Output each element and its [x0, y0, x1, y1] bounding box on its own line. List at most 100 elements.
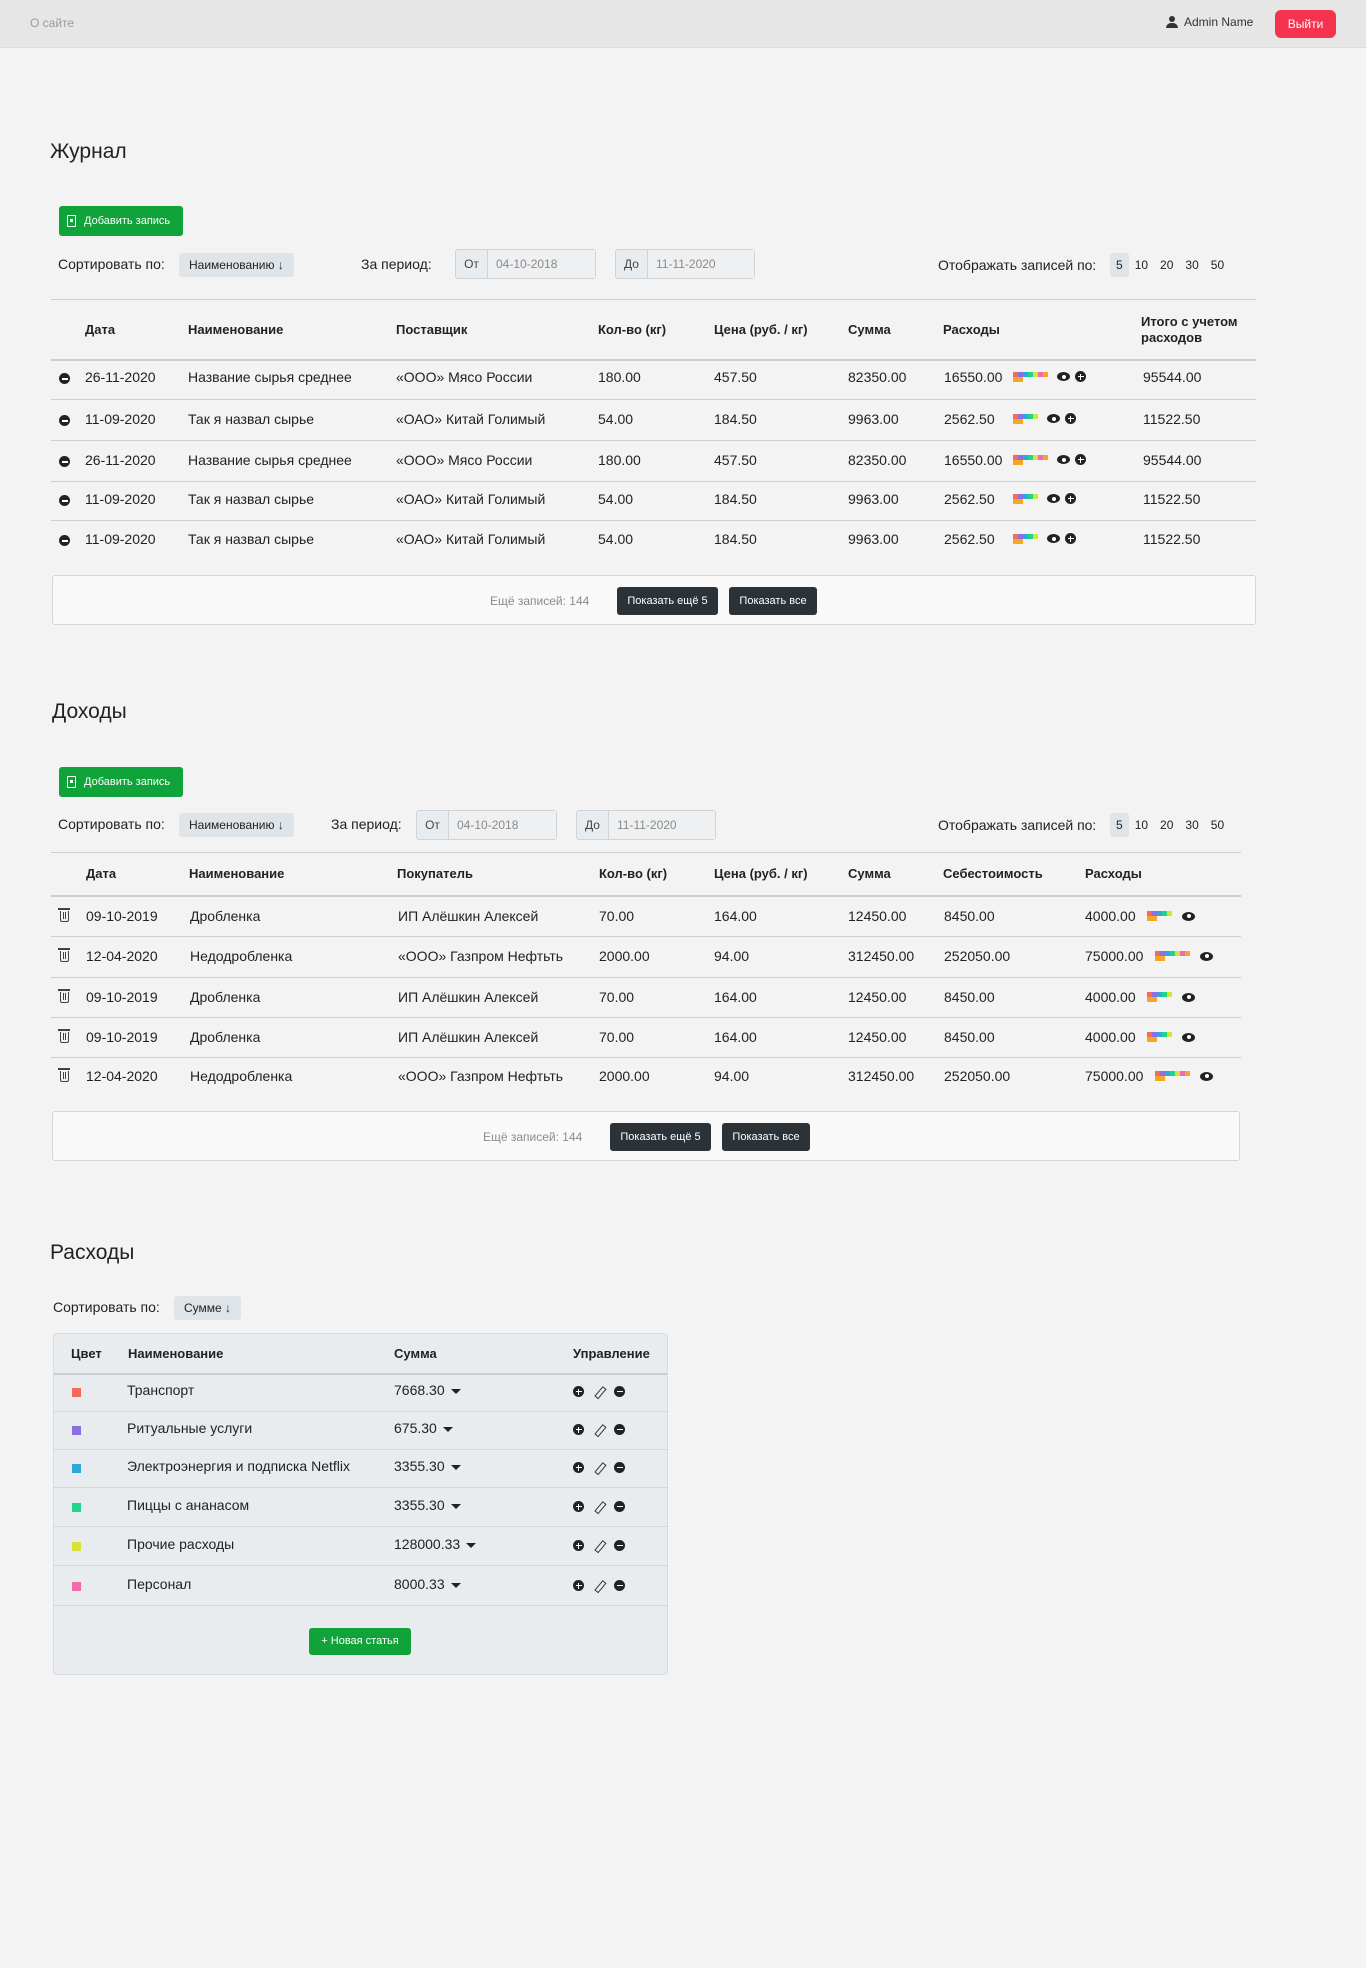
page-size-option[interactable]: 50 — [1205, 253, 1230, 277]
journal-cell-name: Так я назвал сырье — [188, 411, 315, 427]
minus-icon[interactable] — [614, 1580, 625, 1591]
journal-th-total: Итого с учетом расходов — [1141, 314, 1238, 345]
eye-icon[interactable] — [1182, 1032, 1195, 1042]
page-size-option[interactable]: 5 — [1110, 253, 1129, 277]
remove-row-icon[interactable] — [59, 535, 70, 546]
expense-sum[interactable]: 8000.33 — [394, 1576, 461, 1592]
trash-icon[interactable] — [58, 948, 70, 962]
row-divider — [54, 1411, 667, 1412]
eye-icon[interactable] — [1182, 911, 1195, 921]
remove-row-icon[interactable] — [59, 456, 70, 467]
chevron-down-icon[interactable] — [466, 1542, 477, 1548]
chevron-down-icon[interactable] — [442, 1426, 453, 1432]
minus-icon[interactable] — [614, 1424, 625, 1435]
page-size-option[interactable]: 30 — [1179, 813, 1204, 837]
journal-date-from[interactable]: От 04-10-2018 — [455, 249, 596, 279]
plus-icon[interactable] — [573, 1501, 584, 1512]
expense-sum[interactable]: 3355.30 — [394, 1497, 461, 1513]
eye-icon[interactable] — [1057, 372, 1070, 381]
pencil-icon[interactable] — [594, 1541, 604, 1551]
minus-icon[interactable] — [614, 1540, 625, 1551]
eye-icon[interactable] — [1047, 494, 1060, 503]
journal-th-price: Цена (руб. / кг) — [714, 322, 808, 337]
new-item-button[interactable]: + Новая статья — [309, 1628, 411, 1655]
logout-button[interactable]: Выйти — [1275, 10, 1336, 38]
income-sort-select[interactable]: Наименованию ↓ — [179, 813, 294, 837]
pencil-icon[interactable] — [594, 1502, 604, 1512]
expense-sum[interactable]: 3355.30 — [394, 1458, 461, 1474]
eye-icon[interactable] — [1200, 951, 1213, 961]
expense-sum[interactable]: 675.30 — [394, 1420, 453, 1436]
date-to-value[interactable]: 11-11-2020 — [648, 250, 754, 278]
page-size-option[interactable]: 30 — [1179, 253, 1204, 277]
date-from-value[interactable]: 04-10-2018 — [488, 250, 595, 278]
minus-icon[interactable] — [614, 1501, 625, 1512]
expenses-sort-select[interactable]: Сумме ↓ — [174, 1296, 242, 1320]
bookmark-icon — [67, 776, 76, 788]
pencil-icon[interactable] — [594, 1581, 604, 1591]
income-expense-actions — [1147, 911, 1195, 921]
expense-sum[interactable]: 128000.33 — [394, 1536, 477, 1552]
expense-breakdown-bar — [1147, 911, 1172, 921]
income-date-from[interactable]: От 04-10-2018 — [416, 810, 557, 840]
trash-icon[interactable] — [58, 908, 70, 922]
page-size-option[interactable]: 20 — [1154, 813, 1179, 837]
page-size-option[interactable]: 10 — [1129, 813, 1154, 837]
eye-icon[interactable] — [1047, 414, 1060, 423]
income-th-qty: Кол-во (кг) — [599, 866, 668, 881]
pencil-icon[interactable] — [594, 1387, 604, 1397]
journal-add-button[interactable]: Добавить запись — [59, 206, 183, 236]
page-size-option[interactable]: 10 — [1129, 253, 1154, 277]
remove-row-icon[interactable] — [59, 495, 70, 506]
page-size-option[interactable]: 50 — [1205, 813, 1230, 837]
journal-sort-select[interactable]: Наименованию ↓ — [179, 253, 294, 277]
date-to-value[interactable]: 11-11-2020 — [609, 811, 715, 839]
remove-row-icon[interactable] — [59, 373, 70, 384]
minus-icon[interactable] — [614, 1386, 625, 1397]
journal-cell-date: 11-09-2020 — [85, 491, 156, 507]
page-size-option[interactable]: 20 — [1154, 253, 1179, 277]
expense-sum[interactable]: 7668.30 — [394, 1382, 461, 1398]
income-date-to[interactable]: До 11-11-2020 — [576, 810, 716, 840]
chevron-down-icon[interactable] — [450, 1464, 461, 1470]
eye-icon[interactable] — [1057, 455, 1070, 464]
plus-icon[interactable] — [1075, 454, 1086, 465]
income-cell-cost: 8450.00 — [944, 908, 995, 924]
journal-show-more-button[interactable]: Показать ещё 5 — [617, 587, 718, 615]
plus-icon[interactable] — [573, 1540, 584, 1551]
income-expense-actions — [1155, 1071, 1213, 1081]
trash-icon[interactable] — [58, 1068, 70, 1082]
income-show-more-button[interactable]: Показать ещё 5 — [610, 1123, 711, 1151]
date-from-value[interactable]: 04-10-2018 — [449, 811, 556, 839]
pencil-icon[interactable] — [594, 1425, 604, 1435]
plus-icon[interactable] — [573, 1424, 584, 1435]
pencil-icon[interactable] — [594, 1463, 604, 1473]
trash-icon[interactable] — [58, 1029, 70, 1043]
minus-icon[interactable] — [614, 1462, 625, 1473]
plus-icon[interactable] — [1065, 493, 1076, 504]
user-menu[interactable]: Admin Name — [1166, 15, 1253, 29]
plus-icon[interactable] — [573, 1462, 584, 1473]
plus-icon[interactable] — [1065, 413, 1076, 424]
remove-row-icon[interactable] — [59, 415, 70, 426]
eye-icon[interactable] — [1182, 992, 1195, 1002]
plus-icon[interactable] — [1065, 533, 1076, 544]
plus-icon[interactable] — [1075, 371, 1086, 382]
journal-cell-total: 11522.50 — [1143, 411, 1201, 427]
chevron-down-icon[interactable] — [450, 1582, 461, 1588]
journal-date-to[interactable]: До 11-11-2020 — [615, 249, 755, 279]
chevron-down-icon[interactable] — [450, 1503, 461, 1509]
plus-icon[interactable] — [573, 1580, 584, 1591]
about-link[interactable]: О сайте — [30, 16, 74, 30]
eye-icon[interactable] — [1200, 1071, 1213, 1081]
plus-icon[interactable] — [573, 1386, 584, 1397]
income-add-button[interactable]: Добавить запись — [59, 767, 183, 797]
journal-cell-qty: 180.00 — [598, 369, 641, 385]
trash-icon[interactable] — [58, 989, 70, 1003]
journal-show-all-button[interactable]: Показать все — [729, 587, 817, 615]
journal-header-border — [51, 359, 1256, 361]
income-show-all-button[interactable]: Показать все — [722, 1123, 810, 1151]
page-size-option[interactable]: 5 — [1110, 813, 1129, 837]
eye-icon[interactable] — [1047, 534, 1060, 543]
chevron-down-icon[interactable] — [450, 1388, 461, 1394]
